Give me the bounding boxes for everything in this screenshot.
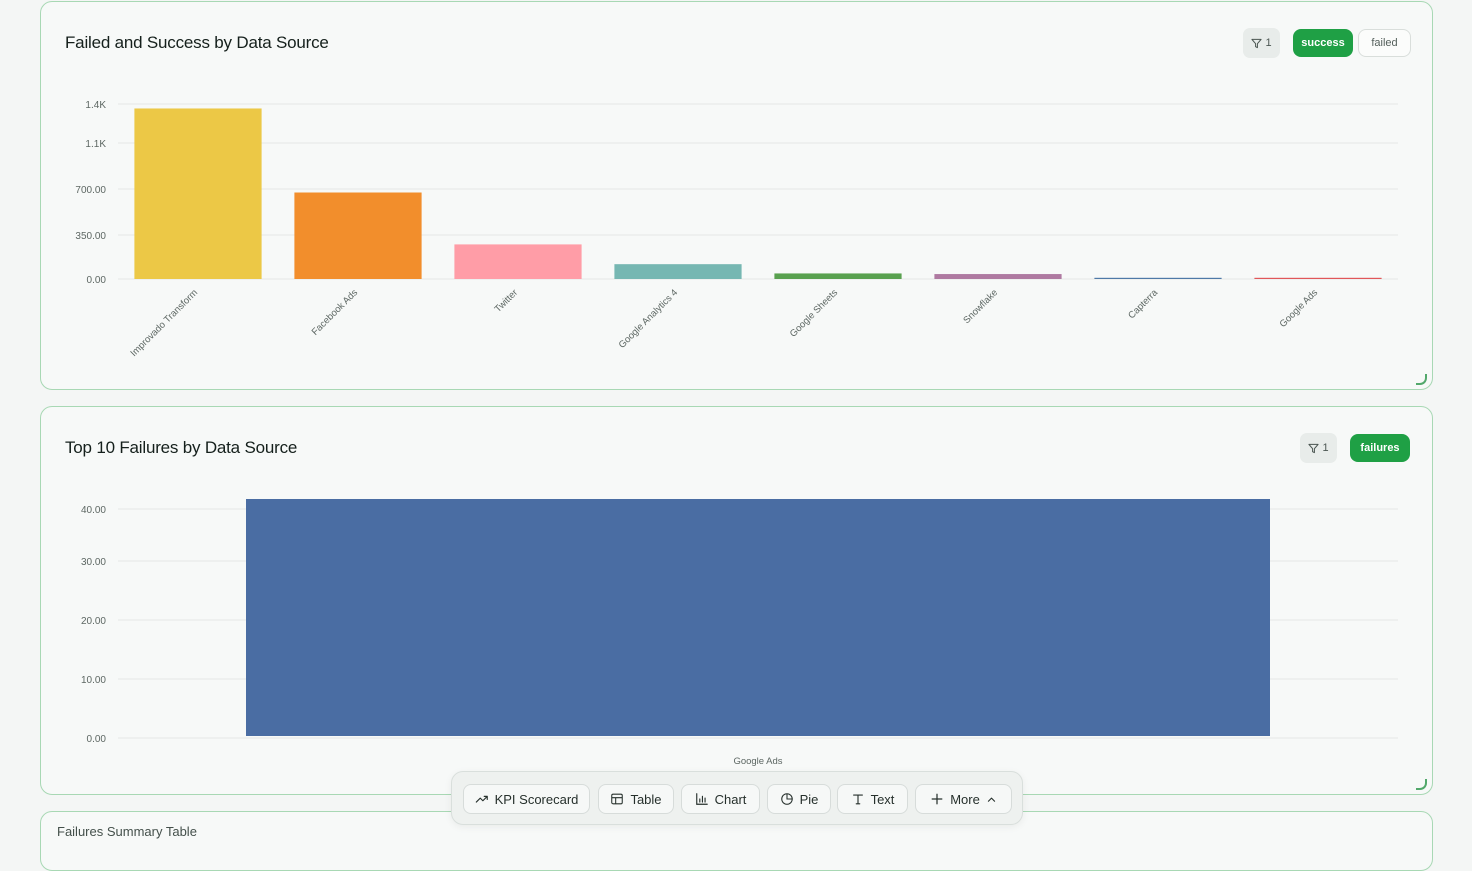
- top-failures-chart-card: Top 10 Failures by Data Source 1 failure…: [40, 406, 1433, 795]
- x-tick-label: Google Ads: [733, 756, 782, 767]
- kpi-scorecard-button[interactable]: KPI Scorecard: [463, 784, 590, 814]
- text-button[interactable]: Text: [837, 784, 908, 814]
- button-label: Text: [870, 791, 895, 807]
- bar-improvado-transform[interactable]: [134, 108, 262, 279]
- bar-chart-success-failed: 0.00 350.00 700.00 1.1K 1.4K Improvado Transf…: [75, 100, 1398, 359]
- x-tick-label: Google Ads: [1278, 287, 1321, 330]
- plus-icon: [931, 793, 943, 805]
- x-tick-label: Snowflake: [961, 287, 1000, 326]
- bar-google-ads[interactable]: [246, 499, 1270, 736]
- add-widget-toolbar: KPI Scorecard Table Chart Pie Text More: [451, 771, 1023, 825]
- button-label: Table: [630, 791, 662, 807]
- bar-capterra[interactable]: [1094, 277, 1222, 279]
- y-tick-label: 350.00: [75, 231, 106, 242]
- bar-google-ads[interactable]: [1254, 277, 1382, 279]
- pie-chart-icon: [780, 793, 793, 805]
- y-tick-label: 10.00: [81, 675, 106, 686]
- trend-up-icon: [475, 795, 488, 803]
- chevron-up-icon: [987, 797, 995, 802]
- y-tick-label: 700.00: [75, 185, 106, 196]
- y-tick-label: 1.4K: [85, 100, 106, 111]
- chart-button[interactable]: Chart: [681, 784, 760, 814]
- bar-chart-top-failures: 0.00 10.00 20.00 30.00 40.00 Google Ads: [81, 499, 1398, 767]
- button-label: KPI Scorecard: [494, 791, 579, 807]
- failed-success-chart-card: Failed and Success by Data Source 1 succ…: [40, 1, 1433, 390]
- x-tick-label: Facebook Ads: [310, 287, 361, 338]
- x-tick-label: Google Sheets: [788, 287, 840, 339]
- table-icon: [611, 793, 624, 805]
- button-label: More: [950, 791, 980, 807]
- y-tick-label: 0.00: [87, 275, 107, 286]
- x-tick-label: Capterra: [1126, 287, 1160, 321]
- x-tick-label: Improvado Transform: [128, 287, 200, 359]
- x-tick-label: Google Analytics 4: [617, 287, 680, 350]
- bar-twitter[interactable]: [454, 244, 582, 279]
- y-tick-label: 0.00: [87, 734, 107, 745]
- button-label: Pie: [799, 791, 819, 807]
- card-title: Failures Summary Table: [57, 824, 197, 839]
- bar-snowflake[interactable]: [934, 274, 1062, 279]
- y-tick-label: 20.00: [81, 616, 106, 627]
- bar-google-sheets[interactable]: [774, 273, 902, 279]
- pie-button[interactable]: Pie: [767, 784, 831, 814]
- more-button[interactable]: More: [915, 784, 1012, 814]
- bar-chart-icon: [695, 793, 708, 805]
- x-tick-label: Twitter: [493, 287, 521, 315]
- bar-google-analytics-4[interactable]: [614, 264, 742, 279]
- table-button[interactable]: Table: [598, 784, 674, 814]
- text-icon: [852, 794, 863, 805]
- y-tick-label: 1.1K: [85, 139, 106, 150]
- y-tick-label: 40.00: [81, 505, 106, 516]
- bar-facebook-ads[interactable]: [294, 192, 422, 280]
- button-label: Chart: [714, 791, 747, 807]
- y-tick-label: 30.00: [81, 557, 106, 568]
